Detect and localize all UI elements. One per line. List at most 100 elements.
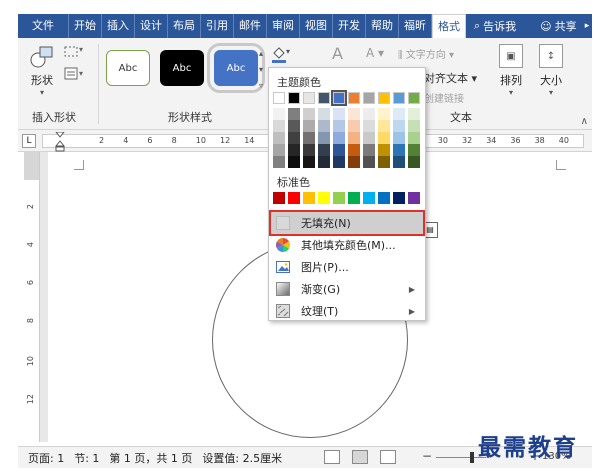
theme-color-swatch[interactable] xyxy=(273,132,285,144)
standard-color-swatch[interactable] xyxy=(318,192,330,204)
theme-color-swatch[interactable] xyxy=(348,120,360,132)
theme-color-swatch[interactable] xyxy=(363,156,375,168)
tab-developer[interactable]: 开发 xyxy=(333,14,366,38)
theme-color-swatch[interactable] xyxy=(378,92,390,104)
theme-color-swatch[interactable] xyxy=(393,108,405,120)
size-button[interactable]: ↕ 大小 ▾ xyxy=(536,44,566,97)
wordart-icon[interactable]: A xyxy=(332,44,343,63)
theme-color-swatch[interactable] xyxy=(393,132,405,144)
theme-color-swatch[interactable] xyxy=(303,132,315,144)
theme-color-swatch[interactable] xyxy=(378,132,390,144)
read-mode-icon[interactable] xyxy=(324,450,340,464)
theme-color-swatch[interactable] xyxy=(378,108,390,120)
page-count[interactable]: 第 1 页，共 1 页 xyxy=(109,450,192,466)
align-text-button[interactable]: 对齐文本 ▾ xyxy=(424,70,477,86)
no-fill-item[interactable]: 无填充(N) xyxy=(269,210,425,236)
tab-insert[interactable]: 插入 xyxy=(102,14,135,38)
standard-color-swatch[interactable] xyxy=(408,192,420,204)
collapse-ribbon-icon[interactable]: ∧ xyxy=(581,116,588,127)
theme-color-swatch[interactable] xyxy=(408,92,420,104)
standard-color-swatch[interactable] xyxy=(363,192,375,204)
theme-color-swatch[interactable] xyxy=(318,144,330,156)
texture-fill-item[interactable]: 纹理(T) ▶ xyxy=(271,300,423,322)
text-fill-icon[interactable]: A ▾ xyxy=(366,46,384,60)
theme-color-swatch[interactable] xyxy=(318,120,330,132)
theme-color-swatch[interactable] xyxy=(288,132,300,144)
theme-color-swatch[interactable] xyxy=(288,144,300,156)
theme-color-swatch[interactable] xyxy=(288,156,300,168)
create-link-button[interactable]: 创建链接 xyxy=(424,90,464,105)
theme-color-swatch[interactable] xyxy=(348,92,360,104)
theme-color-swatch[interactable] xyxy=(333,144,345,156)
tab-design[interactable]: 设计 xyxy=(135,14,168,38)
theme-color-swatch[interactable] xyxy=(303,156,315,168)
theme-color-swatch[interactable] xyxy=(303,144,315,156)
theme-color-swatch[interactable] xyxy=(273,144,285,156)
theme-color-swatch[interactable] xyxy=(408,144,420,156)
shape-fill-button[interactable]: ▾ xyxy=(270,44,290,64)
theme-color-swatch[interactable] xyxy=(333,132,345,144)
theme-color-swatch[interactable] xyxy=(288,92,300,104)
theme-color-swatch[interactable] xyxy=(408,120,420,132)
zoom-out-icon[interactable]: − xyxy=(422,449,432,463)
theme-color-swatch[interactable] xyxy=(408,132,420,144)
theme-color-swatch[interactable] xyxy=(378,144,390,156)
indent-marker-icon[interactable] xyxy=(55,132,65,152)
theme-color-swatch[interactable] xyxy=(393,120,405,132)
theme-color-swatch[interactable] xyxy=(348,144,360,156)
shapes-button[interactable]: 形状 ▾ xyxy=(24,44,60,97)
theme-color-swatch[interactable] xyxy=(303,120,315,132)
theme-color-swatch[interactable] xyxy=(318,132,330,144)
print-layout-icon[interactable] xyxy=(352,450,368,464)
page-indicator[interactable]: 页面: 1 xyxy=(28,450,64,466)
theme-color-swatch[interactable] xyxy=(378,120,390,132)
tab-review[interactable]: 审阅 xyxy=(267,14,300,38)
tab-references[interactable]: 引用 xyxy=(201,14,234,38)
theme-color-swatch[interactable] xyxy=(348,108,360,120)
tab-format[interactable]: 格式 xyxy=(432,14,466,39)
theme-color-swatch[interactable] xyxy=(393,156,405,168)
theme-color-swatch[interactable] xyxy=(303,92,315,104)
standard-color-swatch[interactable] xyxy=(273,192,285,204)
shape-style-3[interactable]: Abc xyxy=(207,43,265,93)
standard-color-swatch[interactable] xyxy=(288,192,300,204)
theme-color-swatch[interactable] xyxy=(363,108,375,120)
theme-color-swatch[interactable] xyxy=(318,156,330,168)
theme-color-swatch[interactable] xyxy=(378,156,390,168)
standard-color-swatch[interactable] xyxy=(378,192,390,204)
tab-view[interactable]: 视图 xyxy=(300,14,333,38)
theme-color-swatch[interactable] xyxy=(348,156,360,168)
theme-color-swatch[interactable] xyxy=(288,108,300,120)
tab-layout[interactable]: 布局 xyxy=(168,14,201,38)
standard-color-swatch[interactable] xyxy=(303,192,315,204)
section-indicator[interactable]: 节: 1 xyxy=(74,450,99,466)
theme-color-swatch[interactable] xyxy=(393,144,405,156)
share-button[interactable]: ☺ 共享 xyxy=(540,18,576,34)
standard-color-swatch[interactable] xyxy=(348,192,360,204)
arrange-button[interactable]: ▣ 排列 ▾ xyxy=(496,44,526,97)
theme-color-swatch[interactable] xyxy=(393,92,405,104)
tell-me-search[interactable]: ⌕ 告诉我 xyxy=(474,18,516,34)
tab-file[interactable]: 文件 xyxy=(18,14,69,38)
theme-color-swatch[interactable] xyxy=(408,156,420,168)
theme-color-swatch[interactable] xyxy=(331,90,347,106)
theme-color-swatch[interactable] xyxy=(318,108,330,120)
picture-fill-item[interactable]: 图片(P)... xyxy=(271,256,423,278)
theme-color-swatch[interactable] xyxy=(273,108,285,120)
edit-shape-icon[interactable]: ▾ xyxy=(62,44,88,62)
text-box-icon[interactable]: ▾ xyxy=(62,66,88,84)
standard-color-swatch[interactable] xyxy=(333,192,345,204)
theme-color-swatch[interactable] xyxy=(318,92,330,104)
theme-color-swatch[interactable] xyxy=(273,92,285,104)
theme-color-swatch[interactable] xyxy=(408,108,420,120)
tab-home[interactable]: 开始 xyxy=(69,14,102,38)
tab-selector[interactable]: L xyxy=(22,134,36,148)
shape-style-1[interactable]: Abc xyxy=(106,50,150,86)
theme-color-swatch[interactable] xyxy=(273,156,285,168)
tab-mailings[interactable]: 邮件 xyxy=(234,14,267,38)
theme-color-swatch[interactable] xyxy=(273,120,285,132)
more-fill-colors-item[interactable]: 其他填充颜色(M)... xyxy=(271,234,423,256)
theme-color-swatch[interactable] xyxy=(288,120,300,132)
zoom-slider-thumb[interactable] xyxy=(470,452,474,463)
web-layout-icon[interactable] xyxy=(380,450,396,464)
